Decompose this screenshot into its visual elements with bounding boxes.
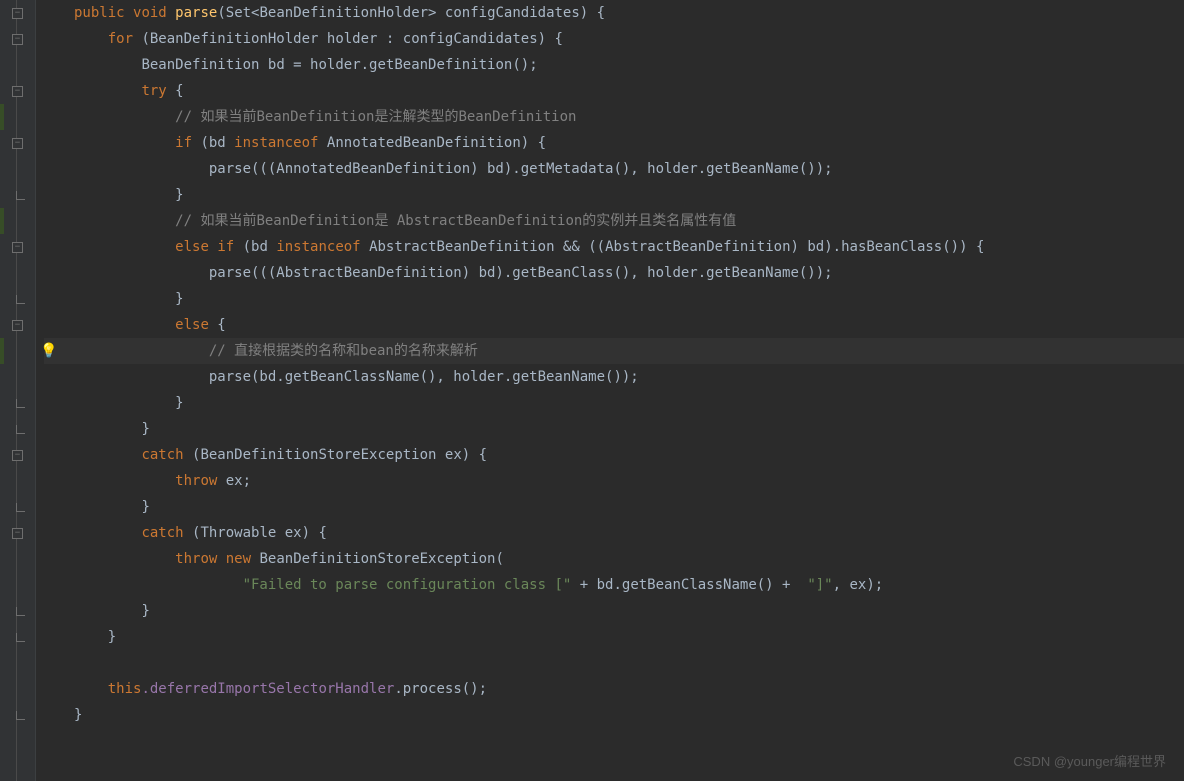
code-line: throw new BeanDefinitionStoreException( <box>44 546 1184 572</box>
change-marker <box>0 208 4 234</box>
bulb-icon[interactable]: 💡 <box>40 338 57 364</box>
code-line: } <box>44 624 1184 650</box>
code-line: parse(bd.getBeanClassName(), holder.getB… <box>44 364 1184 390</box>
code-line: parse(((AbstractBeanDefinition) bd).getB… <box>44 260 1184 286</box>
fold-marker-icon[interactable]: − <box>12 34 23 45</box>
code-line: else { <box>44 312 1184 338</box>
fold-end-icon <box>16 399 25 408</box>
code-line: BeanDefinition bd = holder.getBeanDefini… <box>44 52 1184 78</box>
fold-end-icon <box>16 503 25 512</box>
code-line: this.deferredImportSelectorHandler.proce… <box>44 676 1184 702</box>
fold-marker-icon[interactable]: − <box>12 8 23 19</box>
fold-marker-icon[interactable]: − <box>12 138 23 149</box>
fold-end-icon <box>16 607 25 616</box>
fold-end-icon <box>16 633 25 642</box>
watermark-text: CSDN @younger编程世界 <box>1013 749 1166 775</box>
editor-gutter: − − − − − − 💡 − − <box>0 0 36 781</box>
code-line: if (bd instanceof AnnotatedBeanDefinitio… <box>44 130 1184 156</box>
code-content[interactable]: public void parse(Set<BeanDefinitionHold… <box>36 0 1184 781</box>
code-line: } <box>44 598 1184 624</box>
change-marker <box>0 104 4 130</box>
fold-end-icon <box>16 425 25 434</box>
fold-marker-icon[interactable]: − <box>12 320 23 331</box>
fold-marker-icon[interactable]: − <box>12 242 23 253</box>
fold-marker-icon[interactable]: − <box>12 86 23 97</box>
code-line: public void parse(Set<BeanDefinitionHold… <box>44 0 1184 26</box>
code-line <box>44 650 1184 676</box>
code-line: else if (bd instanceof AbstractBeanDefin… <box>44 234 1184 260</box>
fold-end-icon <box>16 711 25 720</box>
code-editor: − − − − − − 💡 − − public void parse(Set<… <box>0 0 1184 781</box>
code-line: throw ex; <box>44 468 1184 494</box>
code-line: } <box>44 286 1184 312</box>
change-marker <box>0 338 4 364</box>
fold-end-icon <box>16 191 25 200</box>
fold-marker-icon[interactable]: − <box>12 528 23 539</box>
code-line: // 如果当前BeanDefinition是 AbstractBeanDefin… <box>44 208 1184 234</box>
code-line: } <box>44 494 1184 520</box>
code-line-highlighted: // 直接根据类的名称和bean的名称来解析 <box>44 338 1184 364</box>
code-line: "Failed to parse configuration class [" … <box>44 572 1184 598</box>
code-line: } <box>44 182 1184 208</box>
code-line: catch (Throwable ex) { <box>44 520 1184 546</box>
code-line: } <box>44 390 1184 416</box>
code-line: try { <box>44 78 1184 104</box>
fold-end-icon <box>16 295 25 304</box>
code-line: // 如果当前BeanDefinition是注解类型的BeanDefinitio… <box>44 104 1184 130</box>
code-line: } <box>44 702 1184 728</box>
fold-marker-icon[interactable]: − <box>12 450 23 461</box>
code-line: catch (BeanDefinitionStoreException ex) … <box>44 442 1184 468</box>
code-line: } <box>44 416 1184 442</box>
code-line: parse(((AnnotatedBeanDefinition) bd).get… <box>44 156 1184 182</box>
code-line: for (BeanDefinitionHolder holder : confi… <box>44 26 1184 52</box>
